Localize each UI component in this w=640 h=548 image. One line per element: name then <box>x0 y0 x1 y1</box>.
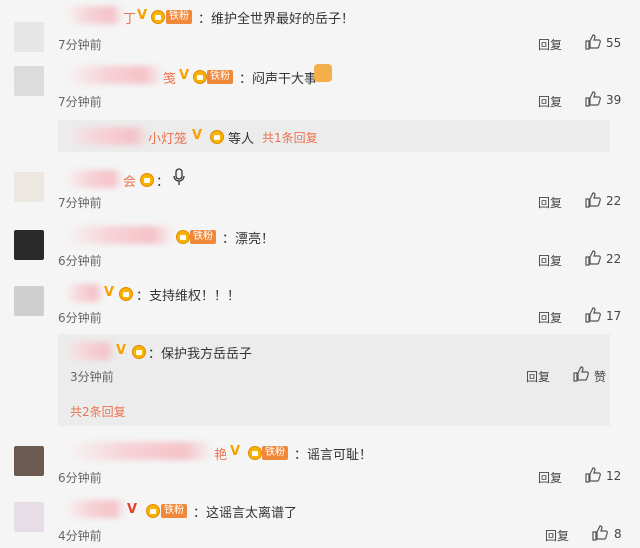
fan-badge: 铁粉 <box>161 504 187 518</box>
comment-time: 4分钟前 <box>58 529 102 543</box>
verified-v-icon: V <box>179 68 190 83</box>
avatar[interactable] <box>14 22 44 52</box>
comment-text: ：这谣言太离谱了 <box>193 506 298 521</box>
comment-text: ：支持维权！！！ <box>136 289 241 304</box>
username-blurred <box>64 500 126 518</box>
reply-button[interactable]: 回复 <box>545 527 569 544</box>
reply-button[interactable]: 回复 <box>538 93 562 110</box>
verified-v-icon: V <box>116 343 127 358</box>
thumb-up-icon[interactable] <box>592 525 608 541</box>
crown-badge-icon <box>248 446 262 460</box>
crown-badge-icon <box>193 70 207 84</box>
reply-etc-text: 等人 <box>228 132 255 147</box>
reply-button[interactable]: 回复 <box>538 194 562 211</box>
comment-time: 6分钟前 <box>58 254 102 268</box>
view-replies-link[interactable]: 共2条回复 <box>70 403 126 420</box>
avatar[interactable] <box>14 66 44 96</box>
username-blurred <box>64 442 214 460</box>
comment-text: ：维护全世界最好的岳子！ <box>198 12 355 27</box>
like-count: 8 <box>614 527 622 541</box>
reply-summary-box[interactable]: 小灯笼 V 等人 共1条回复 <box>58 120 610 152</box>
reply-button[interactable]: 回复 <box>538 469 562 486</box>
crown-badge-icon <box>151 10 165 24</box>
avatar[interactable] <box>14 172 44 202</box>
username-tail[interactable]: 笺 <box>163 68 176 87</box>
verified-v-icon: V <box>127 502 138 517</box>
like-count: 39 <box>606 93 622 107</box>
fan-badge: 铁粉 <box>166 10 192 24</box>
username-tail[interactable]: 艳 <box>214 444 227 463</box>
reply-text: ：保护我方岳岳子 <box>148 347 253 362</box>
comment-time: 6分钟前 <box>58 311 102 325</box>
reply-username[interactable]: 小灯笼 <box>148 128 187 147</box>
crown-badge-icon <box>176 230 190 244</box>
like-count: 55 <box>606 36 622 50</box>
comment-text: ：闷声干大事 <box>239 72 318 87</box>
thumb-up-icon[interactable] <box>585 467 601 483</box>
verified-v-icon: V <box>192 128 203 143</box>
avatar[interactable] <box>14 230 44 260</box>
fan-badge: 铁粉 <box>190 230 216 244</box>
username-blurred <box>64 6 124 24</box>
avatar[interactable] <box>14 502 44 532</box>
crown-badge-icon <box>119 287 133 301</box>
comment-time: 7分钟前 <box>58 38 102 52</box>
reply-button[interactable]: 回复 <box>538 36 562 53</box>
username-blurred <box>64 342 116 360</box>
username-blurred <box>64 66 164 84</box>
fan-badge: 铁粉 <box>262 446 288 460</box>
comment-text: ：漂亮！ <box>222 232 275 247</box>
username-tail[interactable]: 丁 <box>123 8 136 27</box>
avatar[interactable] <box>14 286 44 316</box>
username-blurred <box>64 127 150 145</box>
thumb-up-icon[interactable] <box>573 366 589 382</box>
username-blurred <box>64 170 124 188</box>
comment-time: 7分钟前 <box>58 196 102 210</box>
thumb-up-icon[interactable] <box>585 307 601 323</box>
thumb-up-icon[interactable] <box>585 34 601 50</box>
like-count: 12 <box>606 469 622 483</box>
like-label[interactable]: 赞 <box>594 368 606 385</box>
crown-badge-icon <box>140 173 154 187</box>
comment-time: 6分钟前 <box>58 471 102 485</box>
reply-button[interactable]: 回复 <box>538 309 562 326</box>
verified-v-icon: V <box>137 8 148 23</box>
reply-box: V ：保护我方岳岳子 3分钟前 回复 赞 共2条回复 <box>58 334 610 426</box>
view-replies-link[interactable]: 共1条回复 <box>262 129 318 146</box>
username-tail[interactable]: 会 <box>123 171 136 190</box>
thumb-up-icon[interactable] <box>585 192 601 208</box>
verified-v-icon: V <box>230 444 241 459</box>
reply-time: 3分钟前 <box>70 370 114 384</box>
username-blurred <box>64 226 174 244</box>
fan-badge: 铁粉 <box>207 70 233 84</box>
thumb-up-icon[interactable] <box>585 91 601 107</box>
thumbs-up-emoji-icon <box>314 64 332 82</box>
comment-text: ：谣言可耻！ <box>294 448 373 463</box>
like-count: 22 <box>606 194 622 208</box>
verified-v-icon: V <box>104 285 115 300</box>
comment-text: ： <box>156 175 170 190</box>
crown-badge-icon <box>210 130 224 144</box>
crown-badge-icon <box>146 504 160 518</box>
like-count: 17 <box>606 309 622 323</box>
crown-badge-icon <box>132 345 146 359</box>
reply-button[interactable]: 回复 <box>526 368 550 385</box>
avatar[interactable] <box>14 446 44 476</box>
reply-button[interactable]: 回复 <box>538 252 562 269</box>
like-count: 22 <box>606 252 622 266</box>
username-blurred <box>64 284 104 302</box>
comment-time: 7分钟前 <box>58 95 102 109</box>
thumb-up-icon[interactable] <box>585 250 601 266</box>
microphone-icon <box>173 168 185 185</box>
